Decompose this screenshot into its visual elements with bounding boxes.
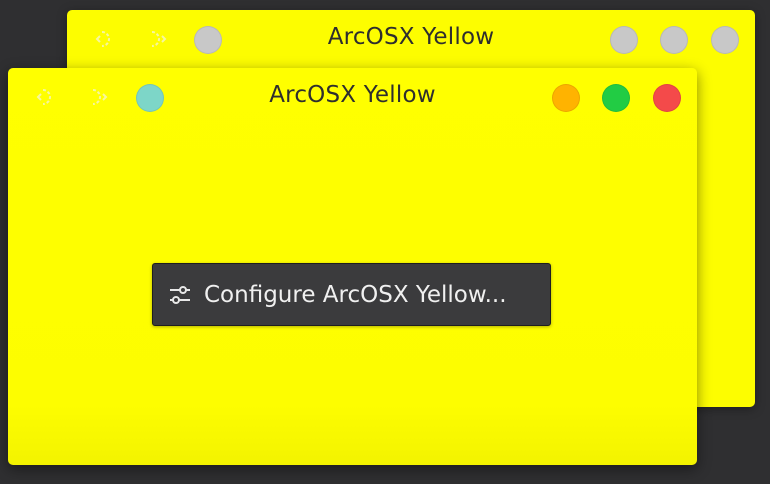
maximize-button[interactable] (660, 26, 688, 54)
inactive-window-titlebar[interactable]: ArcOSX Yellow (67, 10, 755, 68)
maximize-button[interactable] (602, 84, 630, 112)
configure-decoration-button[interactable]: Configure ArcOSX Yellow... (152, 263, 551, 326)
sliders-icon (167, 282, 193, 308)
active-window-titlebar[interactable]: ArcOSX Yellow (8, 68, 697, 126)
close-button[interactable] (653, 84, 681, 112)
minimize-button[interactable] (610, 26, 638, 54)
window-title: ArcOSX Yellow (327, 24, 495, 50)
configure-button-label: Configure ArcOSX Yellow... (204, 281, 507, 308)
window-title: ArcOSX Yellow (269, 82, 436, 108)
close-button[interactable] (711, 26, 739, 54)
active-window[interactable]: ArcOSX Yellow Configure ArcOSX Yellow... (8, 68, 697, 465)
minimize-button[interactable] (552, 84, 580, 112)
